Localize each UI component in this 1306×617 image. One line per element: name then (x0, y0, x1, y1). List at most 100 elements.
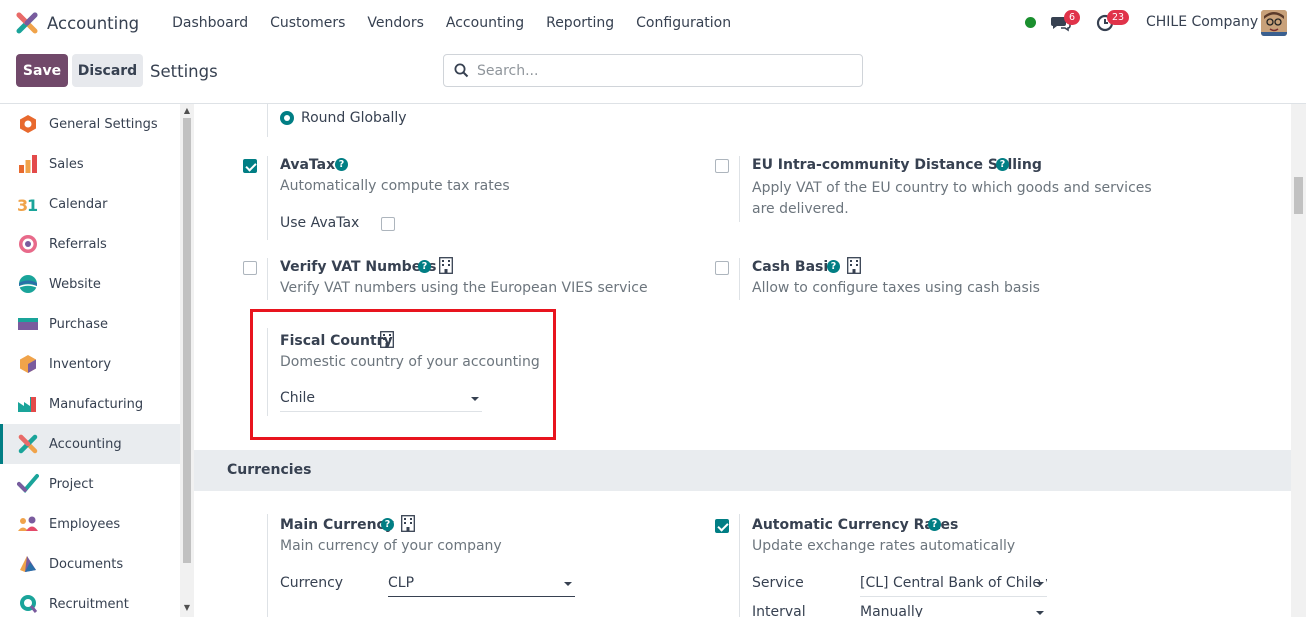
app-brand[interactable]: Accounting (0, 12, 161, 34)
manufacturing-icon (18, 397, 36, 412)
avatax-checkbox[interactable] (243, 159, 257, 173)
app-name: Accounting (47, 13, 140, 33)
general-settings-icon (20, 115, 36, 133)
employees-icon (18, 516, 38, 531)
sidebar-item-label: Recruitment (49, 596, 129, 612)
auto-currency-rates-description: Update exchange rates automatically (752, 538, 1016, 554)
save-button[interactable]: Save (16, 54, 68, 87)
service-select[interactable]: [CL] Central Bank of Chile v (860, 575, 1047, 597)
sidebar-item-label: Documents (49, 556, 124, 572)
purchase-icon (18, 318, 38, 330)
page-title: Settings (150, 62, 218, 81)
search-input[interactable] (477, 62, 837, 79)
auto-currency-rates-help-icon[interactable]: ? (928, 518, 941, 531)
scroll-up-arrow-icon[interactable]: ▲ (181, 106, 193, 115)
referrals-icon (19, 235, 37, 253)
company-building-icon (401, 515, 415, 532)
setting-divider (267, 258, 268, 300)
setting-divider (739, 258, 740, 300)
menu-dashboard[interactable]: Dashboard (161, 15, 259, 31)
discard-button[interactable]: Discard (72, 54, 143, 87)
setting-divider (267, 514, 268, 617)
sidebar-item-manufacturing[interactable]: Manufacturing (0, 384, 180, 424)
cash-basis-help-icon[interactable]: ? (827, 260, 840, 273)
verify-vat-help-icon[interactable]: ? (418, 260, 431, 273)
sidebar-item-project[interactable]: Project (0, 464, 180, 504)
sidebar-item-label: Calendar (49, 196, 108, 212)
menu-reporting[interactable]: Reporting (535, 15, 625, 31)
currencies-section-header: Currencies (194, 450, 1291, 491)
control-panel: Save Discard Settings (0, 46, 1306, 104)
content-scrollbar-thumb[interactable] (1294, 177, 1303, 214)
round-globally-radio[interactable] (280, 111, 294, 125)
cash-basis-description: Allow to configure taxes using cash basi… (752, 280, 1040, 296)
settings-content: Round Globally AvaTax ? Automatically co… (194, 104, 1291, 617)
sidebar-item-label: Inventory (49, 356, 112, 372)
main-currency-description: Main currency of your company (280, 538, 502, 554)
menu-accounting[interactable]: Accounting (435, 15, 535, 31)
activities-badge: 23 (1107, 10, 1130, 25)
website-icon (18, 275, 38, 293)
search-box[interactable] (443, 54, 863, 87)
avatax-help-icon[interactable]: ? (335, 158, 348, 171)
scroll-down-arrow-icon[interactable]: ▼ (181, 603, 193, 612)
sidebar-item-employees[interactable]: Employees (0, 504, 180, 544)
setting-divider (267, 104, 268, 137)
sidebar-item-website[interactable]: Website (0, 264, 180, 304)
main-menu: Dashboard Customers Vendors Accounting R… (161, 15, 742, 31)
settings-sidebar: General Settings Sales 31 Calendar Refer… (0, 104, 180, 617)
presence-status-icon (1025, 17, 1036, 28)
eu-distance-selling-help-icon[interactable]: ? (996, 158, 1009, 171)
accounting-app-icon (16, 12, 38, 34)
sidebar-item-label: General Settings (49, 116, 158, 132)
documents-icon (20, 556, 36, 572)
menu-vendors[interactable]: Vendors (356, 15, 434, 31)
interval-select[interactable]: Manually (860, 604, 1047, 617)
company-building-icon (439, 257, 453, 274)
sidebar-scrollbar-thumb[interactable] (183, 118, 191, 563)
auto-currency-rates-checkbox[interactable] (715, 519, 729, 533)
sidebar-item-label: Manufacturing (49, 396, 144, 412)
accounting-icon (18, 434, 38, 454)
service-field-label: Service (752, 575, 804, 591)
currency-field-label: Currency (280, 575, 344, 591)
sidebar-item-label: Project (49, 476, 94, 492)
currency-select[interactable]: CLP (388, 575, 575, 597)
menu-configuration[interactable]: Configuration (625, 15, 742, 31)
sidebar-item-accounting[interactable]: Accounting (0, 424, 180, 464)
sidebar-item-label: Website (49, 276, 101, 292)
verify-vat-checkbox[interactable] (243, 261, 257, 275)
setting-divider (739, 514, 740, 617)
sidebar-item-referrals[interactable]: Referrals (0, 224, 180, 264)
sidebar-item-label: Sales (49, 156, 84, 172)
sidebar-item-label: Accounting (49, 436, 122, 452)
sidebar-item-documents[interactable]: Documents (0, 544, 180, 584)
chevron-down-icon (1036, 582, 1044, 586)
chevron-down-icon (564, 582, 572, 586)
cash-basis-checkbox[interactable] (715, 261, 729, 275)
setting-divider (739, 156, 740, 222)
chevron-down-icon (1036, 611, 1044, 615)
sidebar-item-label: Referrals (49, 236, 107, 252)
company-switcher[interactable]: CHILE Company (1146, 14, 1258, 30)
sidebar-item-general-settings[interactable]: General Settings (0, 104, 180, 144)
sidebar-item-purchase[interactable]: Purchase (0, 304, 180, 344)
use-avatax-checkbox[interactable] (381, 217, 395, 231)
avatax-title: AvaTax (280, 157, 336, 173)
sidebar-item-label: Employees (49, 516, 121, 532)
interval-field-label: Interval (752, 604, 806, 617)
main-currency-help-icon[interactable]: ? (381, 518, 394, 531)
main-currency-title: Main Currency (280, 517, 394, 533)
sidebar-item-calendar[interactable]: 31 Calendar (0, 184, 180, 224)
sales-icon (19, 155, 37, 173)
service-value: [CL] Central Bank of Chile v (860, 575, 1047, 591)
eu-distance-selling-checkbox[interactable] (715, 159, 729, 173)
sidebar-item-sales[interactable]: Sales (0, 144, 180, 184)
sidebar-item-recruitment[interactable]: Recruitment (0, 584, 180, 617)
avatar-face-icon (1261, 10, 1287, 36)
use-avatax-label: Use AvaTax (280, 215, 360, 231)
sidebar-item-inventory[interactable]: Inventory (0, 344, 180, 384)
verify-vat-title: Verify VAT Numbers (280, 259, 437, 275)
user-avatar[interactable] (1261, 10, 1287, 36)
menu-customers[interactable]: Customers (259, 15, 356, 31)
